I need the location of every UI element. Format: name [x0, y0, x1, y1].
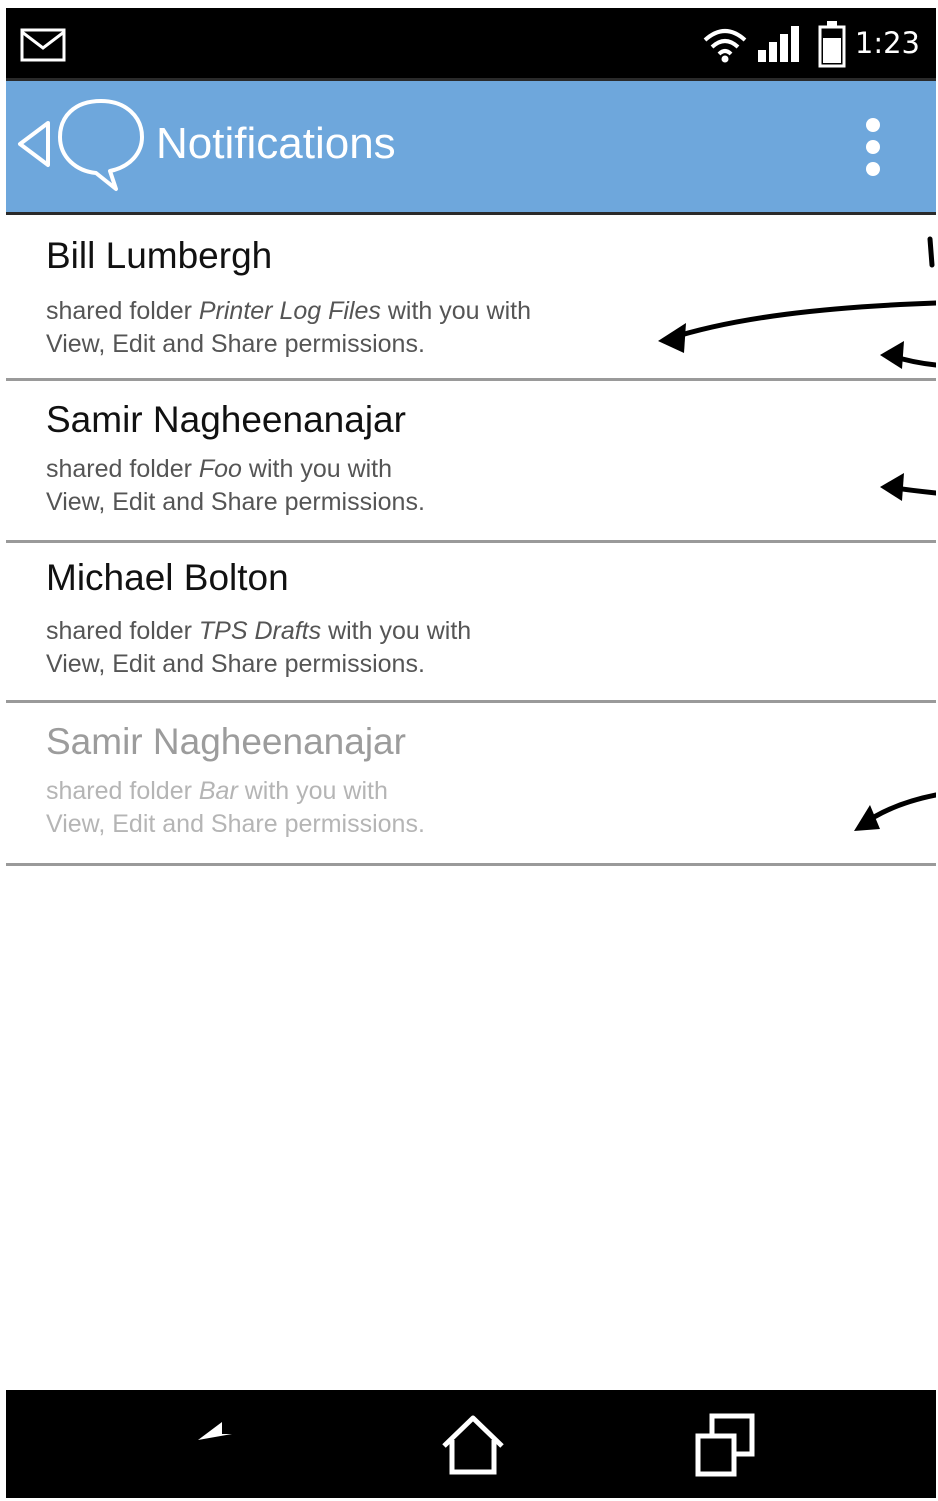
overflow-menu-icon[interactable]	[858, 115, 888, 185]
folder-name: Foo	[198, 455, 242, 483]
permissions-text: View, Edit and Share permissions.	[46, 488, 425, 516]
text-prefix: shared folder	[46, 617, 199, 645]
folder-name: Bar	[198, 777, 238, 805]
notification-text: shared folder Foo with you with View, Ed…	[46, 453, 936, 519]
folder-name: TPS Drafts	[198, 617, 322, 645]
permissions-text: View, Edit and Share permissions.	[46, 330, 425, 358]
back-arrow-icon[interactable]	[192, 1410, 262, 1480]
sender-name: Bill Lumbergh	[46, 235, 273, 276]
notification-item-read[interactable]: Samir Nagheenanajar shared folder Bar wi…	[6, 703, 936, 866]
status-time: 1:23	[854, 26, 920, 60]
mail-icon	[20, 28, 66, 62]
page-title: Notifications	[156, 119, 396, 168]
notification-item[interactable]: Michael Bolton shared folder TPS Drafts …	[6, 543, 936, 703]
notification-item[interactable]: Samir Nagheenanajar shared folder Foo wi…	[6, 381, 936, 543]
notification-item[interactable]: Bill Lumbergh shared folder Printer Log …	[6, 215, 936, 381]
text-suffix: with you with	[380, 297, 531, 325]
sender-name: Samir Nagheenanajar	[46, 721, 406, 762]
notification-list: Bill Lumbergh shared folder Printer Log …	[6, 215, 936, 866]
sender-name: Michael Bolton	[46, 557, 289, 598]
text-suffix: with you with	[241, 455, 393, 483]
text-prefix: shared folder	[46, 777, 199, 805]
text-suffix: with you with	[237, 777, 388, 805]
notification-text: shared folder Bar with you with View, Ed…	[46, 775, 936, 841]
sender-name: Samir Nagheenanajar	[46, 399, 406, 440]
text-suffix: with you with	[321, 617, 472, 645]
text-prefix: shared folder	[46, 455, 199, 483]
text-prefix: shared folder	[46, 297, 199, 325]
permissions-text: View, Edit and Share permissions.	[46, 810, 425, 838]
back-chevron-icon[interactable]	[16, 119, 52, 169]
wifi-icon	[703, 29, 747, 63]
signal-icon	[758, 26, 799, 62]
notification-text: shared folder TPS Drafts with you with V…	[46, 615, 936, 681]
speech-bubble-icon[interactable]	[54, 95, 149, 195]
permissions-text: View, Edit and Share permissions.	[46, 650, 425, 678]
phone-screen: 1:23 Notifications Bill Lumbergh shared …	[6, 8, 936, 1498]
home-icon[interactable]	[438, 1410, 508, 1480]
battery-icon	[818, 21, 846, 68]
navigation-bar	[6, 1390, 936, 1498]
notification-text: shared folder Printer Log Files with you…	[46, 295, 936, 361]
status-bar: 1:23	[6, 8, 936, 78]
recent-apps-icon[interactable]	[690, 1410, 760, 1480]
app-bar: Notifications	[6, 78, 936, 215]
folder-name: Printer Log Files	[198, 297, 381, 325]
